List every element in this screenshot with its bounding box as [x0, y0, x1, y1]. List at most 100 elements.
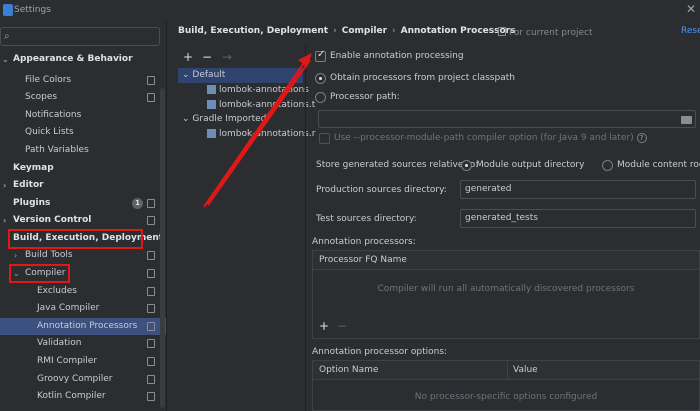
remove-profile-button[interactable]: − — [202, 50, 212, 64]
window-title: Settings — [14, 5, 51, 15]
sidebar-item-quick-lists[interactable]: Quick Lists — [0, 124, 166, 141]
store-generated-label: Store generated sources relative to: — [316, 160, 479, 170]
chevron-down-icon: ⌄ — [182, 114, 190, 124]
search-icon: ⌕ — [4, 31, 10, 42]
sidebar-item-plugins[interactable]: Plugins 1 — [0, 195, 166, 212]
breadcrumb-part[interactable]: Compiler — [342, 26, 387, 36]
sidebar-item-java-compiler[interactable]: Java Compiler — [0, 300, 166, 317]
profile-module[interactable]: lombok-annotations — [178, 83, 309, 98]
annotation-processors-title: Annotation processors: — [312, 237, 416, 247]
module-icon — [207, 129, 216, 138]
module-path-option-text: Use --processor-module-path compiler opt… — [334, 133, 634, 143]
sidebar-item-label: Annotation Processors — [37, 321, 138, 331]
processor-path-input[interactable] — [318, 110, 696, 128]
sidebar-item-file-colors[interactable]: File Colors — [0, 72, 166, 89]
app-icon — [3, 4, 13, 16]
processor-fq-name-header[interactable]: Processor FQ Name — [313, 251, 699, 270]
move-to-profile-button[interactable]: → — [222, 50, 232, 64]
value-header[interactable]: Value — [507, 361, 538, 380]
browse-folder-button[interactable] — [679, 112, 694, 126]
sidebar-item-label: Java Compiler — [37, 303, 100, 313]
module-path-option-checkbox[interactable] — [319, 133, 330, 144]
settings-search-input[interactable]: ⌕ — [0, 27, 160, 46]
profile-module[interactable]: lombok-annotations.r — [178, 127, 315, 142]
project-scope-icon — [498, 27, 506, 36]
add-profile-button[interactable]: + — [183, 50, 193, 64]
production-dir-label: Production sources directory: — [316, 185, 447, 195]
project-scope-icon — [147, 322, 155, 331]
chevron-right-icon: › — [14, 251, 18, 260]
close-icon[interactable]: ✕ — [686, 2, 696, 16]
sidebar-item-label: Notifications — [25, 110, 82, 120]
module-content-root-label: Module content root — [617, 160, 700, 170]
sidebar-item-annotation-processors[interactable]: Annotation Processors — [0, 318, 166, 335]
sidebar-item-editor[interactable]: › Editor — [0, 177, 166, 194]
plugins-update-badge: 1 — [132, 198, 143, 209]
obtain-classpath-radio[interactable] — [315, 73, 326, 84]
sidebar-item-build-tools[interactable]: › Build Tools — [0, 247, 166, 264]
help-icon[interactable]: ? — [636, 133, 647, 143]
options-empty-text: No processor-specific options configured — [414, 392, 598, 402]
chevron-right-icon: › — [3, 181, 7, 190]
for-current-project-label: For current project — [498, 26, 593, 38]
sidebar-item-label: Build Tools — [25, 250, 73, 260]
project-scope-icon — [147, 251, 155, 260]
profile-module[interactable]: lombok-annotations.t — [178, 98, 315, 113]
test-dir-label: Test sources directory: — [316, 214, 417, 224]
folder-icon — [681, 116, 692, 124]
sidebar-item-scopes[interactable]: Scopes — [0, 89, 166, 106]
sidebar-item-label: File Colors — [25, 75, 72, 85]
sidebar-item-kotlin-compiler[interactable]: Kotlin Compiler — [0, 388, 166, 405]
module-path-option-label: Use --processor-module-path compiler opt… — [334, 133, 647, 143]
obtain-classpath-label: Obtain processors from project classpath — [330, 73, 515, 83]
profile-default[interactable]: ⌄ Default — [178, 68, 303, 83]
add-processor-button[interactable]: + — [319, 319, 329, 333]
sidebar-item-label: Appearance & Behavior — [13, 54, 133, 64]
processors-empty-text: Compiler will run all automatically disc… — [377, 284, 635, 294]
project-scope-icon — [147, 392, 155, 401]
breadcrumb-separator: › — [333, 26, 337, 36]
module-output-directory-label: Module output directory — [476, 160, 585, 170]
processor-path-label: Processor path: — [330, 92, 400, 102]
sidebar-item-validation[interactable]: Validation — [0, 335, 166, 352]
sidebar-item-keymap[interactable]: Keymap — [0, 160, 166, 177]
sidebar-item-notifications[interactable]: Notifications — [0, 107, 166, 124]
sidebar-item-label: Excludes — [37, 286, 77, 296]
processors-table[interactable]: Processor FQ Name Compiler will run all … — [312, 250, 700, 339]
breadcrumb-part[interactable]: Build, Execution, Deployment — [178, 26, 328, 36]
sidebar-scrollbar[interactable] — [160, 88, 165, 408]
project-scope-icon — [147, 304, 155, 313]
test-dir-input[interactable]: generated_tests — [460, 209, 696, 228]
breadcrumb: Build, Execution, Deployment › Compiler › An… — [178, 26, 515, 36]
highlight-box-build — [8, 229, 143, 249]
sidebar-item-label: RMI Compiler — [37, 356, 98, 366]
sidebar-item-rmi-compiler[interactable]: RMI Compiler — [0, 353, 166, 370]
production-dir-input[interactable]: generated — [460, 180, 696, 199]
chevron-down-icon: ⌄ — [2, 55, 9, 64]
sidebar-item-groovy-compiler[interactable]: Groovy Compiler — [0, 371, 166, 388]
profile-label: lombok-annotations.r — [219, 129, 316, 139]
sidebar-item-label: Quick Lists — [25, 127, 74, 137]
enable-annotation-label: Enable annotation processing — [330, 51, 464, 61]
processor-path-radio[interactable] — [315, 92, 326, 103]
profile-label: Default — [192, 70, 226, 80]
module-content-root-radio[interactable] — [602, 160, 613, 171]
profile-gradle-imported[interactable]: ⌄ Gradle Imported — [178, 112, 266, 127]
module-output-directory-radio[interactable] — [461, 160, 472, 171]
options-header-row: Option Name Value — [313, 361, 699, 380]
chevron-right-icon: › — [3, 216, 7, 225]
highlight-box-compiler — [9, 264, 70, 283]
sidebar-item-path-variables[interactable]: Path Variables — [0, 142, 166, 159]
option-name-header[interactable]: Option Name — [319, 365, 378, 375]
enable-annotation-checkbox[interactable] — [315, 49, 326, 62]
remove-processor-button[interactable]: − — [337, 319, 347, 333]
sidebar-item-version-control[interactable]: › Version Control — [0, 212, 166, 229]
sidebar-item-appearance-behavior[interactable]: ⌄ Appearance & Behavior — [0, 51, 166, 68]
project-scope-icon — [147, 375, 155, 384]
sidebar-item-label: Editor — [13, 180, 44, 190]
processor-options-table[interactable]: Option Name Value No processor-specific … — [312, 360, 700, 411]
breadcrumb-separator: › — [392, 26, 396, 36]
sidebar-item-excludes[interactable]: Excludes — [0, 283, 166, 300]
reset-link[interactable]: Rese — [681, 26, 700, 36]
sidebar-item-label: Plugins — [13, 198, 51, 208]
